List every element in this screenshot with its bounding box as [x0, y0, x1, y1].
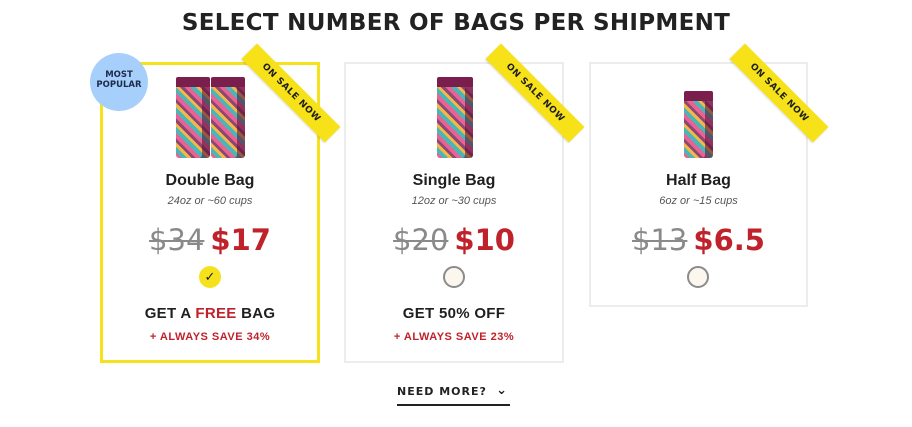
plan-name: Double Bag	[165, 172, 255, 189]
plan-price: $20 $10	[344, 223, 564, 257]
sale-price: $6.5	[693, 223, 765, 257]
plan-name: Half Bag	[666, 172, 731, 189]
coffee-bag-icon	[684, 91, 713, 158]
need-more-label: NEED MORE?	[397, 385, 487, 398]
offer-text: BAG	[236, 305, 276, 322]
sale-price: $17	[210, 223, 271, 257]
old-price: $20	[393, 223, 449, 257]
offer-text: GET A	[144, 305, 196, 322]
plan-size: 12oz or ~30 cups	[411, 195, 497, 207]
plan-price: $13 $6.5	[589, 223, 808, 257]
plan-radio-checked[interactable]: ✓	[199, 266, 221, 288]
offer-highlight: FREE	[195, 305, 237, 322]
most-popular-badge: MOST POPULAR	[90, 53, 148, 111]
coffee-bag-icon	[437, 77, 473, 158]
sale-price: $10	[454, 223, 515, 257]
old-price: $13	[632, 223, 688, 257]
need-more-toggle[interactable]: NEED MORE? ⌄	[397, 383, 510, 406]
plan-size: 6oz or ~15 cups	[659, 195, 738, 207]
plan-savings: + ALWAYS SAVE 34%	[149, 331, 271, 343]
plan-radio[interactable]	[687, 266, 709, 288]
plan-name: Single Bag	[412, 172, 496, 189]
coffee-bag-icon	[176, 77, 210, 158]
plan-price: $34 $17	[100, 223, 320, 257]
plan-offer: GET 50% OFF	[402, 305, 506, 322]
chevron-down-icon: ⌄	[496, 383, 508, 398]
page-title: SELECT NUMBER OF BAGS PER SHIPMENT	[181, 10, 731, 36]
plan-offer: GET A FREE BAG	[100, 305, 320, 322]
plan-size: 24oz or ~60 cups	[167, 195, 253, 207]
coffee-bag-icon	[211, 77, 245, 158]
old-price: $34	[149, 223, 205, 257]
plan-radio[interactable]	[443, 266, 465, 288]
plan-savings: + ALWAYS SAVE 23%	[393, 331, 515, 343]
